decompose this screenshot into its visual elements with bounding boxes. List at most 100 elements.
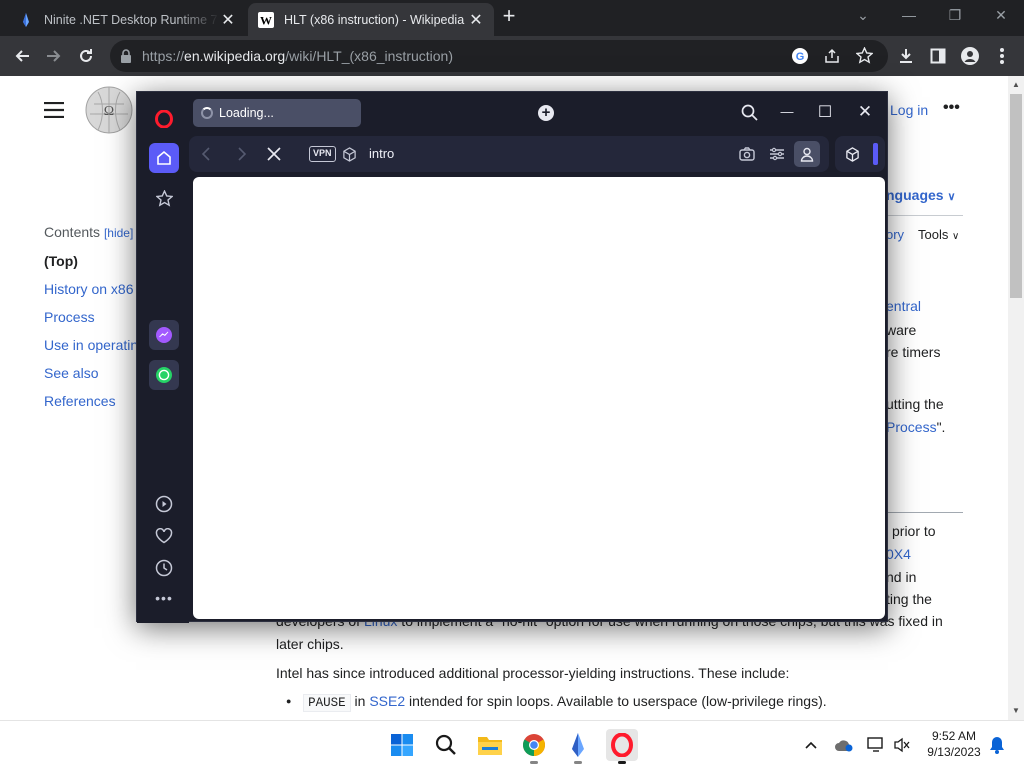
file-explorer-icon[interactable] bbox=[474, 729, 506, 761]
profile-icon[interactable] bbox=[958, 44, 982, 68]
opera-address-input[interactable]: intro bbox=[369, 146, 394, 161]
minimize-button[interactable]: — bbox=[886, 4, 932, 26]
search-icon[interactable] bbox=[430, 729, 462, 761]
tab-close-icon[interactable]: ✕ bbox=[468, 10, 484, 30]
opera-logo-icon[interactable] bbox=[149, 104, 179, 134]
view-history-link[interactable]: ory bbox=[886, 227, 904, 242]
clock-time[interactable]: 9:52 AM bbox=[926, 729, 982, 743]
new-tab-button[interactable]: + bbox=[499, 5, 519, 28]
text-fragment: nd in bbox=[886, 569, 917, 585]
section-divider bbox=[886, 512, 963, 513]
history-clock-icon[interactable] bbox=[149, 553, 179, 583]
google-icon[interactable]: G bbox=[792, 48, 808, 69]
tab-title: HLT (x86 instruction) - Wikipedia bbox=[284, 12, 465, 27]
chrome-menu-icon[interactable] bbox=[990, 44, 1014, 68]
more-options-icon[interactable]: ••• bbox=[943, 99, 960, 117]
wikipedia-logo[interactable]: Ω bbox=[84, 86, 134, 137]
text-fragment: re timers bbox=[886, 344, 941, 360]
toc-item-use-in-operating[interactable]: Use in operatin bbox=[44, 337, 138, 353]
pause-code: PAUSE bbox=[303, 694, 351, 712]
tools-dropdown[interactable]: Tools ∨ bbox=[918, 227, 959, 242]
opera-minimize-button[interactable]: — bbox=[777, 104, 797, 119]
side-panel-icon[interactable] bbox=[926, 44, 950, 68]
list-item: ● PAUSE in SSE2 intended for spin loops.… bbox=[286, 693, 827, 712]
process-link[interactable]: Process bbox=[886, 419, 937, 435]
toc-item-process[interactable]: Process bbox=[44, 309, 95, 325]
tab-search-icon[interactable]: ⌄ bbox=[840, 4, 886, 26]
ninite-taskbar-icon[interactable] bbox=[562, 729, 594, 764]
bookmark-star-icon[interactable] bbox=[855, 46, 874, 69]
tab-wikipedia[interactable]: W HLT (x86 instruction) - Wikipedia ✕ bbox=[248, 3, 494, 36]
cube-icon[interactable] bbox=[338, 143, 360, 165]
toc-item-references[interactable]: References bbox=[44, 393, 116, 409]
bookmarks-star-icon[interactable] bbox=[149, 183, 179, 213]
sse2-link[interactable]: SSE2 bbox=[369, 693, 405, 709]
opera-close-button[interactable]: ✕ bbox=[855, 102, 875, 122]
svg-text:W: W bbox=[260, 13, 272, 27]
heart-icon[interactable] bbox=[149, 521, 179, 551]
start-icon[interactable] bbox=[386, 729, 418, 761]
opera-tab[interactable]: Loading... bbox=[193, 99, 361, 127]
url-text: https://en.wikipedia.org/wiki/HLT_(x86_i… bbox=[142, 48, 453, 64]
forward-icon[interactable] bbox=[42, 44, 66, 68]
home-icon[interactable] bbox=[149, 143, 179, 173]
opera-tab-bar: Loading... + — ☐ ✕ bbox=[189, 92, 889, 136]
messenger-icon[interactable] bbox=[149, 320, 179, 350]
contents-hide-link[interactable]: [hide] bbox=[104, 226, 133, 240]
vpn-badge[interactable]: VPN bbox=[309, 146, 336, 162]
windows-taskbar: 9:52 AM 9/13/2023 bbox=[0, 720, 1024, 768]
contents-title: Contents [hide] bbox=[44, 224, 134, 240]
tab-close-icon[interactable]: ✕ bbox=[220, 10, 236, 30]
languages-button[interactable]: nguages ∨ bbox=[886, 187, 956, 203]
toc-item-top[interactable]: (Top) bbox=[44, 253, 78, 269]
opera-taskbar-icon[interactable] bbox=[606, 729, 638, 764]
easy-setup-icon[interactable] bbox=[766, 143, 788, 165]
show-hidden-icons-icon[interactable] bbox=[797, 729, 825, 761]
extensions-cube-icon[interactable] bbox=[841, 143, 863, 165]
login-link[interactable]: Log in bbox=[890, 102, 928, 118]
onedrive-cloud-icon[interactable] bbox=[830, 729, 858, 761]
more-sidebar-icon[interactable]: ••• bbox=[149, 583, 179, 613]
opera-back-icon[interactable] bbox=[195, 143, 217, 165]
opera-maximize-button[interactable]: ☐ bbox=[815, 102, 835, 122]
volume-muted-icon[interactable] bbox=[888, 729, 916, 761]
opera-page-content[interactable] bbox=[193, 177, 885, 619]
snapshot-camera-icon[interactable] bbox=[736, 143, 758, 165]
opera-search-tabs-icon[interactable] bbox=[741, 104, 758, 126]
opera-sidebar: ••• bbox=[137, 92, 189, 623]
tab-ninite[interactable]: Ninite .NET Desktop Runtime 7 7 ✕ bbox=[8, 3, 246, 36]
running-indicator bbox=[574, 761, 582, 764]
scroll-up-icon[interactable]: ▲ bbox=[1012, 80, 1020, 89]
restore-button[interactable]: ❐ bbox=[932, 4, 978, 26]
loading-spinner-icon bbox=[201, 107, 213, 119]
text-fragment-link[interactable]: 0X4 bbox=[886, 546, 911, 562]
opera-new-tab-button[interactable]: + bbox=[538, 105, 554, 121]
text-fragment-link[interactable]: entral bbox=[886, 298, 921, 314]
opera-forward-icon[interactable] bbox=[231, 143, 253, 165]
wikipedia-W-icon: W bbox=[258, 11, 274, 28]
close-window-button[interactable]: ✕ bbox=[978, 4, 1024, 26]
network-icon[interactable] bbox=[862, 729, 890, 761]
account-icon[interactable] bbox=[794, 141, 820, 167]
opera-stop-loading-icon[interactable] bbox=[263, 143, 285, 165]
reload-icon[interactable] bbox=[74, 44, 98, 68]
downloads-icon[interactable] bbox=[894, 44, 918, 68]
text-fragment: ware bbox=[886, 322, 917, 338]
whatsapp-icon[interactable] bbox=[149, 360, 179, 390]
scroll-down-icon[interactable]: ▼ bbox=[1012, 706, 1020, 715]
svg-text:Ω: Ω bbox=[104, 104, 114, 119]
clock-date[interactable]: 9/13/2023 bbox=[922, 745, 986, 759]
hamburger-menu-icon[interactable] bbox=[44, 101, 64, 121]
notifications-bell-icon[interactable] bbox=[984, 729, 1010, 761]
lock-icon[interactable] bbox=[120, 49, 132, 68]
player-icon[interactable] bbox=[149, 489, 179, 519]
toc-item-history[interactable]: History on x86 bbox=[44, 281, 133, 297]
page-scrollbar[interactable]: ▲ ▼ bbox=[1008, 76, 1024, 720]
chrome-icon[interactable] bbox=[518, 729, 550, 764]
share-icon[interactable] bbox=[824, 48, 840, 69]
address-bar[interactable]: https://en.wikipedia.org/wiki/HLT_(x86_i… bbox=[110, 40, 888, 72]
back-icon[interactable] bbox=[10, 44, 34, 68]
toc-item-see-also[interactable]: See also bbox=[44, 365, 98, 381]
chrome-tab-strip: Ninite .NET Desktop Runtime 7 7 ✕ W HLT … bbox=[0, 0, 1024, 36]
scrollbar-thumb[interactable] bbox=[1010, 94, 1022, 298]
